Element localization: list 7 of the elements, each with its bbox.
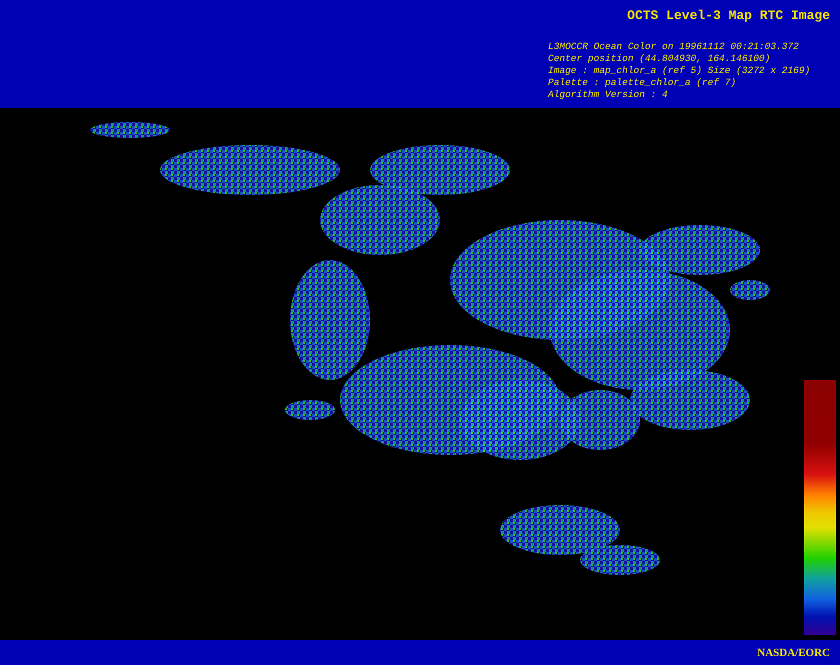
metadata-line: Center position (44.804930, 164.146100) [548, 53, 772, 65]
metadata-line: L3MOCCR Ocean Color on 19961112 00:21:03.372 [548, 41, 800, 53]
metadata-line: Palette : palette_chlor_a (ref 7) [548, 77, 738, 89]
metadata-line: Image : map_chlor_a (ref 5) Size (3272 x 2169) [548, 65, 812, 77]
credit-text: NASDA/EORC [757, 646, 830, 658]
metadata-line: Algorithm Version : 4 [548, 89, 669, 101]
image-title: OCTS Level-3 Map RTC Image [626, 8, 830, 23]
